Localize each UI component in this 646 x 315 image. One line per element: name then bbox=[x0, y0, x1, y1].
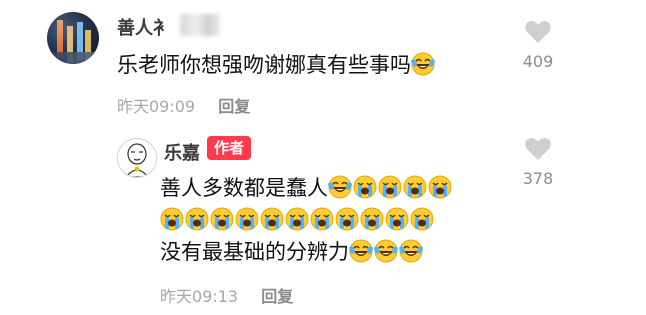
reply-line-1-text: 善人多数都是蠢人 bbox=[160, 176, 328, 200]
like-count: 409 bbox=[522, 52, 554, 71]
heart-icon[interactable] bbox=[525, 137, 551, 161]
laughing-crying-emoji bbox=[399, 239, 423, 263]
laughing-crying-emoji bbox=[349, 239, 373, 263]
like-button[interactable]: 378 bbox=[518, 137, 558, 188]
reply-text: 善人多数都是蠢人 没有最基础的分辨力 bbox=[160, 172, 453, 268]
comment-item: 善人衤 乐老师你想强吻谢娜真有些事吗 昨天09:09 回复 409 bbox=[0, 0, 646, 125]
loudly-crying-emoji bbox=[285, 207, 309, 231]
like-count: 378 bbox=[522, 169, 554, 188]
reply-button[interactable]: 回复 bbox=[261, 287, 293, 306]
reply-time: 昨天09:13 bbox=[160, 287, 239, 306]
loudly-crying-emoji bbox=[410, 207, 434, 231]
author-avatar[interactable] bbox=[117, 138, 157, 178]
laughing-crying-emoji bbox=[374, 239, 398, 263]
loudly-crying-emoji bbox=[378, 175, 402, 199]
loudly-crying-emoji bbox=[260, 207, 284, 231]
loudly-crying-emoji bbox=[160, 207, 184, 231]
comment-meta: 昨天09:09 回复 bbox=[117, 93, 250, 117]
loudly-crying-emoji bbox=[185, 207, 209, 231]
reply-line-1: 善人多数都是蠢人 bbox=[160, 172, 453, 204]
comment-text-content: 乐老师你想强吻谢娜真有些事吗 bbox=[117, 53, 411, 77]
comment-username[interactable]: 善人衤 bbox=[117, 14, 171, 40]
loudly-crying-emoji bbox=[353, 175, 377, 199]
reply-item: 乐嘉 作者 善人多数都是蠢人 没有最基础的分辨力 昨天09:13 回复 378 bbox=[0, 125, 646, 315]
reply-meta: 昨天09:13 回复 bbox=[160, 283, 293, 307]
reply-line-2 bbox=[160, 204, 453, 236]
avatar[interactable] bbox=[47, 12, 99, 64]
comment-time: 昨天09:09 bbox=[117, 97, 196, 116]
username-blur-mask bbox=[180, 14, 220, 36]
reply-username[interactable]: 乐嘉 bbox=[164, 139, 200, 165]
comment-text: 乐老师你想强吻谢娜真有些事吗 bbox=[117, 49, 436, 79]
heart-icon[interactable] bbox=[525, 20, 551, 44]
loudly-crying-emoji bbox=[385, 207, 409, 231]
reply-line-3: 没有最基础的分辨力 bbox=[160, 236, 453, 268]
like-button[interactable]: 409 bbox=[518, 20, 558, 71]
loudly-crying-emoji bbox=[403, 175, 427, 199]
loudly-crying-emoji bbox=[210, 207, 234, 231]
loudly-crying-emoji bbox=[428, 175, 452, 199]
reply-button[interactable]: 回复 bbox=[218, 97, 250, 116]
loudly-crying-emoji bbox=[335, 207, 359, 231]
loudly-crying-emoji bbox=[310, 207, 334, 231]
author-badge: 作者 bbox=[207, 136, 252, 160]
reply-line-3-text: 没有最基础的分辨力 bbox=[160, 240, 349, 264]
loudly-crying-emoji bbox=[360, 207, 384, 231]
laughing-crying-emoji bbox=[411, 52, 435, 76]
loudly-crying-emoji bbox=[235, 207, 259, 231]
laughing-crying-emoji bbox=[328, 175, 352, 199]
